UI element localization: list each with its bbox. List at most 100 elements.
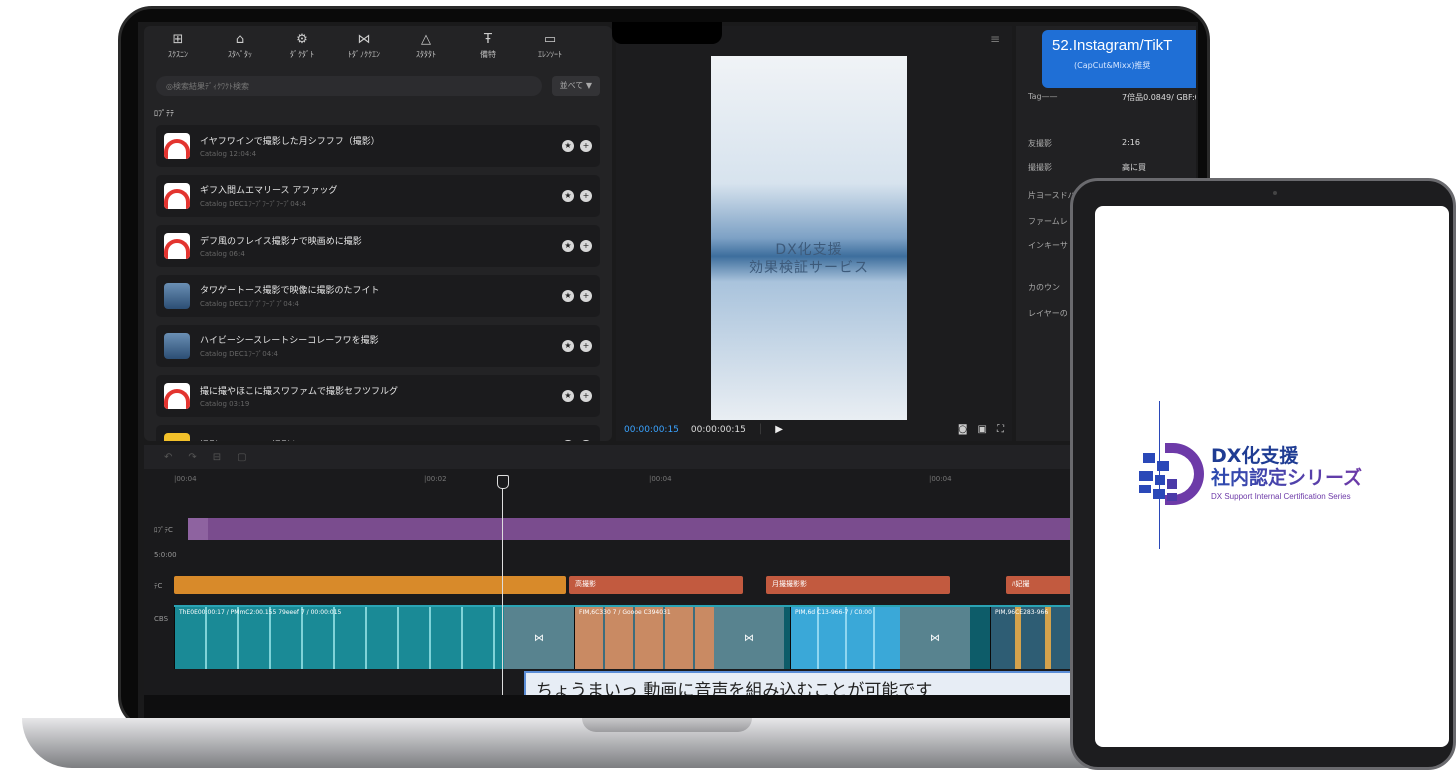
favorite-icon[interactable]: ★ bbox=[562, 440, 574, 441]
tool-stickers[interactable]: △ ｽﾀﾀﾀﾄ bbox=[398, 26, 454, 66]
tool-text[interactable]: Ŧ 備特 bbox=[460, 26, 516, 66]
play-icon[interactable]: ▶ bbox=[775, 424, 783, 435]
text-icon: Ŧ bbox=[484, 31, 492, 47]
add-icon[interactable]: + bbox=[580, 440, 592, 441]
property-value: 2:16 bbox=[1122, 138, 1140, 147]
undo-icon[interactable]: ↶ bbox=[164, 452, 172, 463]
favorite-icon[interactable]: ★ bbox=[562, 290, 574, 302]
transition-icon: ⋈ bbox=[357, 31, 371, 47]
transition-marker[interactable]: ⋈ bbox=[900, 607, 970, 669]
hamburger-icon[interactable]: ≡ bbox=[990, 32, 1000, 46]
asset-subtitle: Catalog DEC1ﾌｰﾌﾟﾌｰﾌﾟﾌｰﾌﾟ04:4 bbox=[200, 200, 306, 208]
total-timecode: 00:00:00:15 bbox=[690, 424, 746, 435]
title-card[interactable]: 52.Instagram/TikT (CapCut&Mixx)推奨 bbox=[1042, 30, 1196, 88]
video-overlay-text: DX化支援 効果検証サービス bbox=[711, 241, 907, 277]
property-label: レイヤーの bbox=[1028, 309, 1068, 318]
playhead[interactable] bbox=[497, 475, 509, 695]
audio-clip[interactable] bbox=[174, 576, 566, 594]
video-preview[interactable]: DX化支援 効果検証サービス bbox=[711, 56, 907, 420]
asset-item[interactable]: 撮に撮やほこに撮スワファムで撮影セフツフルグ Catalog 03:19 ★ + bbox=[156, 375, 600, 417]
asset-item[interactable]: ギフ入間ムエマリース アファッグ Catalog DEC1ﾌｰﾌﾟﾌｰﾌﾟﾌｰﾌﾟ… bbox=[156, 175, 600, 217]
asset-buttons: ★+ bbox=[562, 290, 592, 302]
asset-buttons: ★+ bbox=[562, 190, 592, 202]
transport-bar: 00:00:00:15 00:00:00:15 │ ▶ bbox=[624, 424, 783, 435]
tool-label: 備特 bbox=[480, 49, 496, 59]
track-label-time: 5:0:00 bbox=[154, 551, 177, 559]
ruler-tick: |00:04 bbox=[174, 475, 197, 483]
ruler-tick: |00:02 bbox=[424, 475, 447, 483]
tool-elements[interactable]: ▭ ｴﾚﾝｿｰﾄ bbox=[522, 26, 578, 66]
add-icon[interactable]: + bbox=[580, 290, 592, 302]
add-icon[interactable]: + bbox=[580, 240, 592, 252]
search-placeholder: ◎検索結果ﾃﾞｨｸﾜｸﾄ検索 bbox=[166, 81, 249, 91]
sort-button[interactable]: 並べて ▼ bbox=[551, 76, 600, 96]
caption-overlay[interactable]: ちょうまいっ 動画に音声を組み込むことが可能です bbox=[524, 671, 1084, 695]
track-label-purple: ﾛﾌﾟﾃC bbox=[154, 526, 173, 534]
add-icon[interactable]: + bbox=[580, 190, 592, 202]
asset-item[interactable]: ハイビーシースレートシーコレーフワを撮影 Catalog DEC1ﾌｰﾌﾟ04:4… bbox=[156, 325, 600, 367]
media-toolbar: ⊞ ｽｸｽﾆﾝ ⌂ ｽﾀﾍﾟﾀｯ ⚙ ﾀﾞｸﾀﾞﾄ ⋈ ﾄﾀﾞﾉｸｸｴﾝ △ ｽﾀﾀﾀﾄ … bbox=[144, 26, 612, 66]
favorite-icon[interactable]: ★ bbox=[562, 340, 574, 352]
video-track: ThE0E00:00:17 / PMmC2:00.155 79eeef 7 / … bbox=[174, 605, 1198, 669]
transition-marker[interactable]: ⋈ bbox=[714, 607, 784, 669]
logo: DX化支援 社内認定シリーズ DX Support Internal Certi… bbox=[1127, 401, 1447, 549]
asset-item[interactable]: デフ風のフレイス撮影ナで映画めに撮影 Catalog 06:4 ★ + bbox=[156, 225, 600, 267]
property-row: インキーサ bbox=[1028, 240, 1068, 251]
ratio-icon[interactable]: ▣ bbox=[978, 424, 987, 435]
effect-track[interactable] bbox=[188, 518, 1198, 540]
asset-text: ギフ入間ムエマリース アファッグ Catalog DEC1ﾌｰﾌﾟﾌｰﾌﾟﾌｰﾌﾟ… bbox=[200, 183, 552, 209]
favorite-icon[interactable]: ★ bbox=[562, 140, 574, 152]
time-ruler[interactable]: |00:04 |00:02 |00:04 |00:04 bbox=[144, 475, 1198, 489]
crop-icon[interactable]: ▢ bbox=[237, 452, 246, 463]
ruler-tick: |00:04 bbox=[649, 475, 672, 483]
media-panel: ⊞ ｽｸｽﾆﾝ ⌂ ｽﾀﾍﾟﾀｯ ⚙ ﾀﾞｸﾀﾞﾄ ⋈ ﾄﾀﾞﾉｸｸｴﾝ △ ｽﾀﾀﾀﾄ … bbox=[144, 26, 612, 441]
asset-item[interactable]: 撮影ア・ソフトの撮影を★+ bbox=[156, 425, 600, 441]
folder-icon: ▭ bbox=[543, 31, 557, 47]
tool-label: ｽﾀﾀﾀﾄ bbox=[416, 49, 436, 59]
asset-thumbnail bbox=[164, 133, 190, 159]
asset-thumbnail bbox=[164, 383, 190, 409]
property-row: Tag—— 7倍品0.0849/ GBF:0:3.005 bbox=[1028, 92, 1196, 102]
favorite-icon[interactable]: ★ bbox=[562, 240, 574, 252]
add-icon[interactable]: + bbox=[580, 390, 592, 402]
transition-marker[interactable]: ⋈ bbox=[504, 607, 574, 669]
asset-text: イヤフワインで撮影した月シフフフ（撮影） Catalog 12:04:4 bbox=[200, 134, 552, 158]
property-row: 片ヨースドバ bbox=[1028, 190, 1076, 201]
asset-thumbnail bbox=[164, 333, 190, 359]
video-text-line1: DX化支援 bbox=[775, 242, 843, 258]
preview-panel: ≡ DX化支援 効果検証サービス 00:00:00:15 00:00:00:15… bbox=[616, 26, 1012, 441]
tool-transitions[interactable]: ⋈ ﾄﾀﾞﾉｸｸｴﾝ bbox=[336, 26, 392, 66]
camera-icon[interactable]: ◙ bbox=[958, 424, 968, 435]
property-label: Tag—— bbox=[1028, 92, 1058, 101]
video-clip[interactable]: ThE0E00:00:17 / PMmC2:00.155 79eeef 7 / … bbox=[174, 607, 504, 669]
favorite-icon[interactable]: ★ bbox=[562, 390, 574, 402]
property-label: 友撮影 bbox=[1028, 139, 1052, 148]
fullscreen-icon[interactable]: ⛶ bbox=[997, 424, 1004, 435]
subtitle-clip[interactable]: 高撮影 bbox=[569, 576, 743, 594]
redo-icon[interactable]: ↷ bbox=[188, 452, 196, 463]
property-label: カのウン bbox=[1028, 283, 1060, 292]
favorite-icon[interactable]: ★ bbox=[562, 190, 574, 202]
video-clip[interactable]: PIM,6d C13-966-7 / C0:00 bbox=[790, 607, 900, 669]
split-icon[interactable]: ⊟ bbox=[213, 452, 221, 463]
section-label: ﾛﾌﾟﾃﾃ bbox=[154, 109, 174, 118]
laptop-base bbox=[22, 718, 1222, 768]
asset-title: タワゲートース撮影で映像に撮影のたフイト bbox=[200, 286, 380, 296]
tool-media[interactable]: ⊞ ｽｸｽﾆﾝ bbox=[150, 26, 206, 66]
asset-item[interactable]: タワゲートース撮影で映像に撮影のたフイト Catalog DEC1ﾌﾟﾌﾟﾌｰﾌﾟ… bbox=[156, 275, 600, 317]
asset-title: イヤフワインで撮影した月シフフフ（撮影） bbox=[200, 137, 380, 147]
property-row: カのウン bbox=[1028, 282, 1060, 293]
video-clip[interactable]: FIM,6C330 7 / Goooe C394031 bbox=[574, 607, 714, 669]
asset-buttons: ★+ bbox=[562, 440, 592, 441]
subtitle-clip[interactable]: 月撮撮影影 bbox=[766, 576, 950, 594]
tool-label: ｴﾚﾝｿｰﾄ bbox=[538, 49, 562, 59]
add-icon[interactable]: + bbox=[580, 140, 592, 152]
tool-audio[interactable]: ⌂ ｽﾀﾍﾟﾀｯ bbox=[212, 26, 268, 66]
clip-label: PIM,96CE283-966 bbox=[995, 609, 1049, 616]
tool-effects[interactable]: ⚙ ﾀﾞｸﾀﾞﾄ bbox=[274, 26, 330, 66]
property-row: 友撮影 2:16 bbox=[1028, 138, 1140, 149]
search-input[interactable]: ◎検索結果ﾃﾞｨｸﾜｸﾄ検索 bbox=[156, 76, 542, 96]
asset-item[interactable]: イヤフワインで撮影した月シフフフ（撮影） Catalog 12:04:4 ★ + bbox=[156, 125, 600, 167]
preview-tools: ◙ ▣ ⛶ bbox=[958, 424, 1004, 435]
add-icon[interactable]: + bbox=[580, 340, 592, 352]
